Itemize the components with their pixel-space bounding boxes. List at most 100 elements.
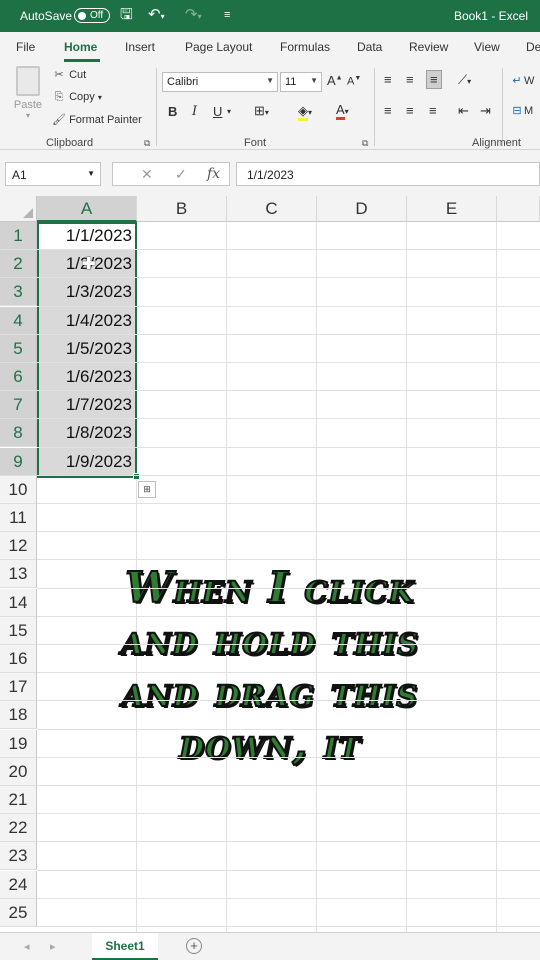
row-header[interactable]: 4 [0, 306, 37, 335]
copy-button[interactable]: ⎘ Copy ▾ [52, 91, 102, 104]
row-header[interactable]: 6 [0, 363, 37, 391]
tab-file[interactable]: File [16, 40, 35, 54]
gridline [37, 362, 540, 363]
borders-icon[interactable]: ⊞▾ [254, 103, 269, 119]
row-header[interactable]: 9 [0, 447, 37, 476]
tab-review[interactable]: Review [409, 40, 448, 54]
row-header[interactable]: 12 [0, 532, 37, 561]
scroll-right-icon[interactable]: ▸ [50, 940, 56, 953]
scroll-left-icon[interactable]: ◂ [24, 940, 30, 953]
undo-icon[interactable]: ↶▾ [148, 6, 165, 26]
align-center-icon[interactable]: ≡ [406, 103, 414, 118]
auto-fill-options-button[interactable]: ⊞ [138, 480, 156, 498]
column-header-d[interactable]: D [317, 196, 407, 222]
ribbon-tabs: File Home Insert Page Layout Formulas Da… [0, 32, 540, 62]
increase-font-icon[interactable]: A▲ [327, 73, 343, 88]
row-header[interactable]: 20 [0, 757, 37, 786]
gridline [37, 785, 540, 786]
align-left-icon[interactable]: ≡ [384, 103, 392, 118]
merge-icon: ⊟ [512, 105, 522, 117]
row-header[interactable]: 7 [0, 391, 37, 420]
clipboard-launcher-icon[interactable]: ⧉ [144, 138, 150, 149]
insert-function-button[interactable]: fx [207, 166, 220, 182]
row-header[interactable]: 19 [0, 729, 37, 758]
column-header-c[interactable]: C [227, 196, 317, 222]
customize-qat-icon[interactable]: ≡ [224, 6, 230, 24]
align-bottom-icon[interactable]: ≡ [426, 70, 442, 89]
autosave-toggle[interactable]: Off [74, 8, 110, 23]
gridline [37, 926, 540, 927]
decrease-font-icon[interactable]: A▼ [347, 75, 361, 88]
row-header[interactable]: 18 [0, 701, 37, 730]
tab-insert[interactable]: Insert [125, 40, 155, 54]
orientation-icon[interactable]: ⟋▾ [458, 72, 471, 88]
format-painter-button[interactable]: 🖌 Format Painter [52, 113, 142, 126]
redo-icon[interactable]: ↷▾ [185, 6, 202, 26]
add-sheet-icon[interactable]: + [186, 938, 202, 954]
tab-page-layout[interactable]: Page Layout [185, 40, 252, 54]
gridline [37, 841, 540, 843]
row-header[interactable]: 10 [0, 475, 37, 504]
gridline [37, 531, 540, 533]
sheet-tab-sheet1[interactable]: Sheet1 [92, 933, 158, 960]
tab-data[interactable]: Data [357, 40, 382, 54]
row-header[interactable]: 17 [0, 673, 37, 702]
gridline [37, 503, 540, 504]
row-header[interactable]: 14 [0, 588, 37, 617]
select-all-button[interactable] [0, 196, 37, 222]
italic-button[interactable]: I [192, 104, 197, 119]
column-header-next[interactable] [497, 196, 540, 222]
tab-developer[interactable]: De [526, 40, 540, 54]
tab-home[interactable]: Home [64, 40, 97, 54]
row-header[interactable]: 15 [0, 616, 37, 645]
bold-button[interactable]: B [168, 104, 177, 119]
underline-button[interactable]: U [213, 104, 222, 119]
gridline [37, 277, 540, 279]
column-header-a[interactable]: A [37, 196, 137, 222]
enter-icon[interactable]: ✓ [175, 166, 187, 183]
name-box[interactable]: A1 ▼ [5, 162, 101, 186]
chevron-down-icon: ▼ [87, 169, 95, 178]
chevron-down-icon[interactable]: ▾ [227, 107, 231, 116]
sheet-tab-bar: ◂ ▸ Sheet1 + [0, 932, 540, 960]
font-color-icon[interactable]: A▾ [336, 102, 349, 120]
row-header[interactable]: 3 [0, 278, 37, 307]
row-header[interactable]: 21 [0, 786, 37, 814]
row-header[interactable]: 5 [0, 334, 37, 363]
font-size-dropdown[interactable]: 11 ▼ [280, 72, 322, 92]
gridline [37, 644, 540, 645]
row-header[interactable]: 13 [0, 560, 37, 589]
row-header[interactable]: 22 [0, 814, 37, 843]
row-header[interactable]: 25 [0, 898, 37, 927]
column-header-b[interactable]: B [137, 196, 227, 222]
gridline [37, 249, 540, 251]
column-header-e[interactable]: E [407, 196, 497, 222]
formula-input[interactable]: 1/1/2023 [236, 162, 540, 186]
cancel-icon[interactable]: ✕ [141, 166, 153, 183]
row-header[interactable]: 2 [0, 250, 37, 279]
row-header[interactable]: 11 [0, 504, 37, 532]
tab-formulas[interactable]: Formulas [280, 40, 330, 54]
merge-center-button[interactable]: ⊟ M [510, 104, 533, 117]
row-header[interactable]: 8 [0, 419, 37, 448]
row-header[interactable]: 24 [0, 870, 37, 899]
paste-button[interactable]: Paste ▾ [12, 66, 44, 120]
align-top-icon[interactable]: ≡ [384, 72, 392, 87]
row-header[interactable]: 1 [0, 222, 37, 250]
cut-button[interactable]: ✂ Cut [52, 68, 86, 81]
row-header[interactable]: 23 [0, 842, 37, 871]
font-launcher-icon[interactable]: ⧉ [362, 138, 368, 149]
font-name-dropdown[interactable]: Calibri ▼ [162, 72, 278, 92]
row-header[interactable]: 16 [0, 645, 37, 673]
increase-indent-icon[interactable]: ⇥ [480, 103, 491, 119]
tab-view[interactable]: View [474, 40, 500, 54]
decrease-indent-icon[interactable]: ⇤ [458, 103, 469, 119]
wrap-text-button[interactable]: ↵ W [510, 74, 534, 87]
font-name-value: Calibri [167, 76, 199, 88]
align-middle-icon[interactable]: ≡ [406, 72, 414, 87]
fill-color-icon[interactable]: ◈▾ [298, 103, 312, 121]
save-icon[interactable]: 🖫 [120, 6, 133, 24]
ribbon-separator [374, 68, 375, 146]
wrap-text-label: W [524, 75, 535, 87]
align-right-icon[interactable]: ≡ [429, 103, 437, 118]
